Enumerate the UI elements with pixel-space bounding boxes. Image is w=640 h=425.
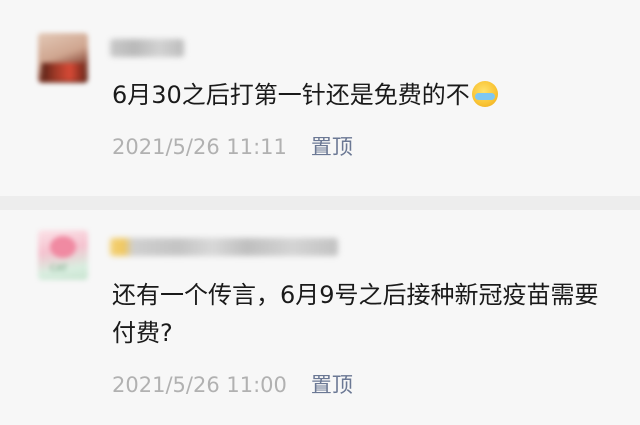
avatar[interactable]: CAT: [38, 230, 88, 280]
comment-text: 还有一个传言，6月9号之后接种新冠疫苗需要付费?: [112, 281, 599, 347]
pin-button[interactable]: 置顶: [311, 369, 353, 399]
comment-item: CAT 还有一个传言，6月9号之后接种新冠疫苗需要付费? 2021/5/26 1…: [0, 0, 640, 425]
comment-meta: 2021/5/26 11:00 置顶: [112, 369, 353, 399]
timestamp: 2021/5/26 11:00: [112, 373, 287, 397]
username-blurred: [110, 238, 338, 256]
